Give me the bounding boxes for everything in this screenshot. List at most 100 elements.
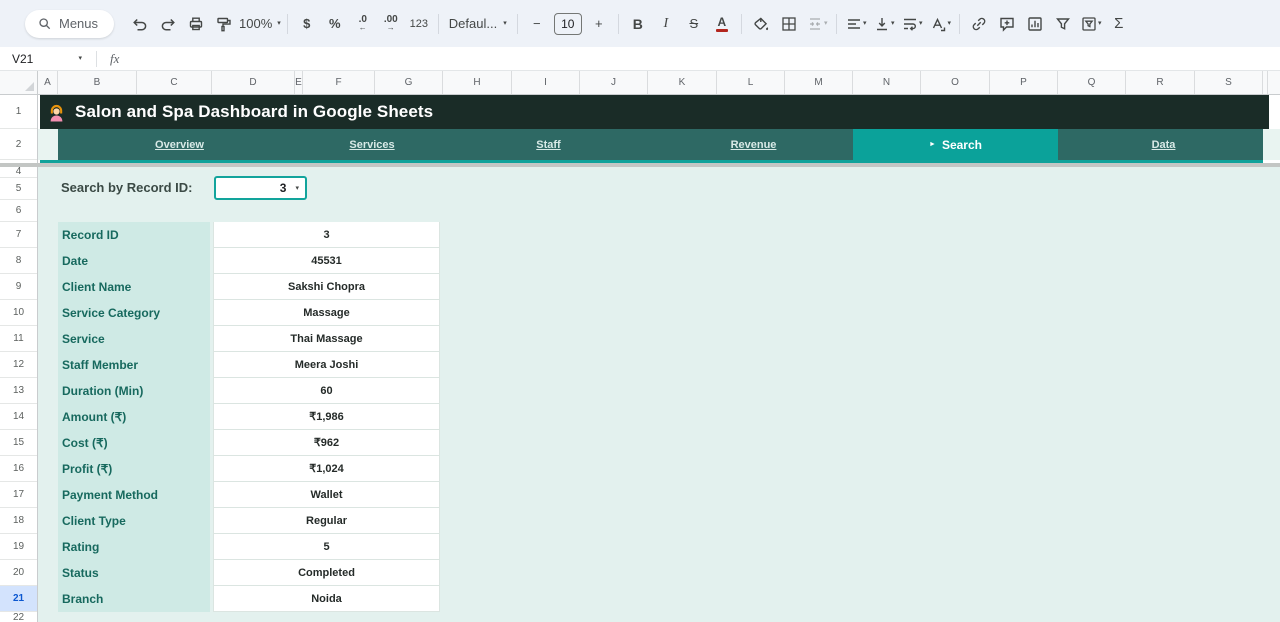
column-header[interactable]: P	[990, 71, 1058, 94]
column-header[interactable]: H	[443, 71, 512, 94]
column-header[interactable]: R	[1126, 71, 1195, 94]
record-field-label[interactable]: Branch	[58, 586, 210, 612]
decrease-decimal-button[interactable]: .0 ←	[350, 11, 376, 37]
record-field-label[interactable]: Staff Member	[58, 352, 210, 378]
record-field-label[interactable]: Client Name	[58, 274, 210, 300]
frozen-rows-divider[interactable]	[0, 163, 1280, 167]
more-formats-button[interactable]: 123	[406, 11, 432, 37]
print-button[interactable]	[183, 11, 209, 37]
filter-views-button[interactable]: ▾	[1078, 11, 1104, 37]
increase-font-size-button[interactable]: +	[586, 11, 612, 37]
redo-button[interactable]	[155, 11, 181, 37]
record-field-label[interactable]: Service Category	[58, 300, 210, 326]
record-field-value[interactable]: ₹1,024	[213, 456, 440, 482]
row-header[interactable]: 15	[0, 430, 37, 456]
decrease-font-size-button[interactable]: −	[524, 11, 550, 37]
font-dropdown[interactable]: Defaul... ▾	[445, 11, 511, 37]
record-field-label[interactable]: Duration (Min)	[58, 378, 210, 404]
row-header[interactable]: 7	[0, 222, 37, 248]
fill-color-button[interactable]	[748, 11, 774, 37]
dashboard-tab[interactable]: Data	[1058, 129, 1263, 160]
column-header[interactable]: N	[853, 71, 921, 94]
row-header[interactable]: 1	[0, 95, 37, 129]
dashboard-tab[interactable]: Overview	[58, 129, 295, 160]
record-field-label[interactable]: Date	[58, 248, 210, 274]
record-field-value[interactable]: 3	[213, 222, 440, 248]
row-header[interactable]: 9	[0, 274, 37, 300]
row-header[interactable]: 10	[0, 300, 37, 326]
record-field-value[interactable]: ₹962	[213, 430, 440, 456]
text-color-button[interactable]: A	[709, 11, 735, 37]
dashboard-tab[interactable]: Services	[295, 129, 443, 160]
row-header[interactable]: 2	[0, 129, 37, 160]
row-header[interactable]: 22	[0, 612, 37, 622]
insert-link-button[interactable]	[966, 11, 992, 37]
row-header[interactable]: 8	[0, 248, 37, 274]
text-rotation-button[interactable]: ▾	[927, 11, 953, 37]
row-header[interactable]: 20	[0, 560, 37, 586]
insert-chart-button[interactable]	[1022, 11, 1048, 37]
row-header[interactable]: 11	[0, 326, 37, 352]
dashboard-tab[interactable]: ► Search	[853, 129, 1058, 160]
paint-format-button[interactable]	[211, 11, 237, 37]
undo-button[interactable]	[127, 11, 153, 37]
font-size-input[interactable]: 10	[554, 13, 582, 35]
record-field-label[interactable]: Payment Method	[58, 482, 210, 508]
dashboard-tab[interactable]: Revenue	[648, 129, 853, 160]
column-header[interactable]: M	[785, 71, 853, 94]
record-field-value[interactable]: 45531	[213, 248, 440, 274]
column-header[interactable]: Q	[1058, 71, 1126, 94]
record-field-label[interactable]: Amount (₹)	[58, 404, 210, 430]
record-field-value[interactable]: ₹1,986	[213, 404, 440, 430]
record-field-label[interactable]: Profit (₹)	[58, 456, 210, 482]
record-field-value[interactable]: 5	[213, 534, 440, 560]
row-header[interactable]: 6	[0, 200, 37, 222]
merge-cells-button[interactable]: ▾	[804, 11, 830, 37]
insert-comment-button[interactable]	[994, 11, 1020, 37]
menus-button[interactable]: Menus	[25, 10, 114, 38]
row-header[interactable]: 18	[0, 508, 37, 534]
record-field-value[interactable]: Sakshi Chopra	[213, 274, 440, 300]
column-header[interactable]: B	[58, 71, 137, 94]
column-header[interactable]: A	[38, 71, 58, 94]
column-header[interactable]: I	[512, 71, 580, 94]
row-header[interactable]: 4	[0, 166, 37, 178]
dashboard-tab[interactable]: Staff	[443, 129, 648, 160]
row-header[interactable]: 12	[0, 352, 37, 378]
create-filter-button[interactable]	[1050, 11, 1076, 37]
record-field-value[interactable]: Wallet	[213, 482, 440, 508]
name-box[interactable]: V21 ▾	[0, 47, 96, 70]
record-id-dropdown[interactable]: 3 ▾	[214, 176, 307, 200]
record-field-value[interactable]: Noida	[213, 586, 440, 612]
italic-button[interactable]: I	[653, 11, 679, 37]
row-header[interactable]: 16	[0, 456, 37, 482]
record-field-label[interactable]: Record ID	[58, 222, 210, 248]
format-currency-button[interactable]: $	[294, 11, 320, 37]
strikethrough-button[interactable]: S	[681, 11, 707, 37]
horizontal-align-button[interactable]: ▾	[843, 11, 869, 37]
record-field-value[interactable]: Regular	[213, 508, 440, 534]
bold-button[interactable]: B	[625, 11, 651, 37]
vertical-align-button[interactable]: ▾	[871, 11, 897, 37]
increase-decimal-button[interactable]: .00 →	[378, 11, 404, 37]
record-field-label[interactable]: Status	[58, 560, 210, 586]
column-header[interactable]: D	[212, 71, 295, 94]
row-header[interactable]: 21	[0, 586, 37, 612]
column-header[interactable]: G	[375, 71, 443, 94]
record-field-value[interactable]: 60	[213, 378, 440, 404]
row-header[interactable]: 14	[0, 404, 37, 430]
record-field-value[interactable]: Massage	[213, 300, 440, 326]
column-header[interactable]: O	[921, 71, 990, 94]
record-field-label[interactable]: Client Type	[58, 508, 210, 534]
column-header[interactable]: F	[303, 71, 375, 94]
row-header[interactable]: 19	[0, 534, 37, 560]
row-header[interactable]: 13	[0, 378, 37, 404]
formula-input[interactable]	[119, 47, 1280, 70]
record-field-value[interactable]: Meera Joshi	[213, 352, 440, 378]
column-header[interactable]: L	[717, 71, 785, 94]
row-header[interactable]: 5	[0, 178, 37, 200]
record-field-label[interactable]: Service	[58, 326, 210, 352]
format-percent-button[interactable]: %	[322, 11, 348, 37]
column-header[interactable]: S	[1195, 71, 1263, 94]
record-field-value[interactable]: Thai Massage	[213, 326, 440, 352]
